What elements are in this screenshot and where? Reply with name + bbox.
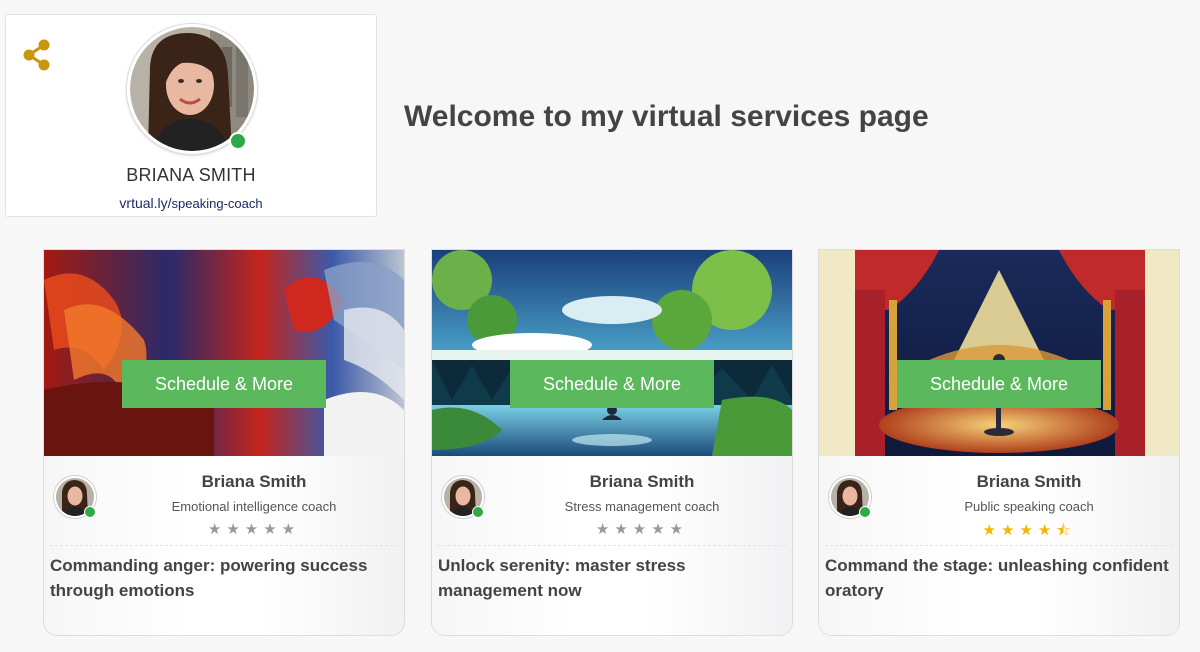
coach-avatar	[54, 476, 96, 518]
service-image: Schedule & More	[819, 250, 1179, 456]
star-rating: ★★★★★	[207, 521, 301, 538]
star-rating: ★★★★★	[595, 521, 689, 538]
schedule-button[interactable]: Schedule & More	[510, 360, 714, 408]
coach-title: Stress management coach	[564, 499, 720, 514]
service-title[interactable]: Unlock serenity: master stress managemen…	[438, 553, 786, 603]
online-status-dot	[472, 506, 484, 518]
service-card[interactable]: Schedule & More Briana Smith Stress mana…	[431, 249, 793, 636]
online-status-dot	[84, 506, 96, 518]
coach-name: Briana Smith	[976, 472, 1082, 491]
schedule-button[interactable]: Schedule & More	[897, 360, 1101, 408]
schedule-button[interactable]: Schedule & More	[122, 360, 326, 408]
profile-link-path: speaking-coach	[171, 196, 263, 211]
divider	[825, 545, 1173, 546]
service-title[interactable]: Command the stage: unleashing confident …	[825, 553, 1173, 603]
profile-avatar	[127, 24, 257, 154]
online-status-dot	[229, 132, 247, 150]
coach-title: Emotional intelligence coach	[171, 499, 337, 514]
coach-name: Briana Smith	[201, 472, 307, 491]
coach-avatar	[829, 476, 871, 518]
service-card[interactable]: Schedule & More Briana Smith Emotional i…	[43, 249, 405, 636]
service-image: Schedule & More	[44, 250, 404, 456]
coach-avatar	[442, 476, 484, 518]
profile-card: BRIANA SMITH vrtual.ly/speaking-coach	[5, 14, 377, 217]
online-status-dot	[859, 506, 871, 518]
profile-name: BRIANA SMITH	[126, 165, 256, 185]
service-title[interactable]: Commanding anger: powering success throu…	[50, 553, 398, 603]
divider	[50, 545, 398, 546]
page-title: Welcome to my virtual services page	[404, 100, 929, 133]
service-card[interactable]: Schedule & More Briana Smith Public spea…	[818, 249, 1180, 636]
coach-name: Briana Smith	[589, 472, 695, 491]
service-image: Schedule & More	[432, 250, 792, 456]
divider	[438, 545, 786, 546]
coach-title: Public speaking coach	[964, 499, 1094, 514]
profile-link[interactable]: vrtual.ly/speaking-coach	[6, 195, 376, 211]
profile-link-domain: vrtual.ly/	[119, 195, 172, 211]
star-rating: ★★★★⯪	[982, 522, 1076, 539]
share-icon[interactable]	[20, 37, 54, 73]
